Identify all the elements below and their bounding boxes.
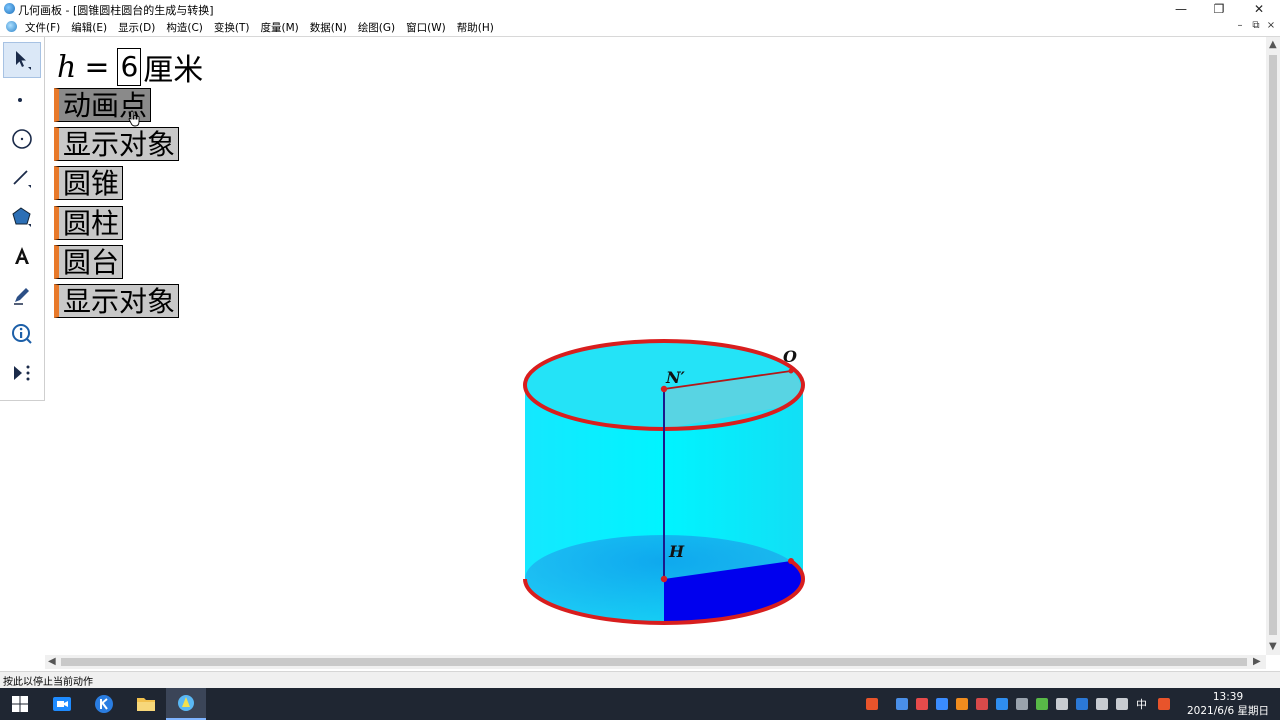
frustum-button[interactable]: 圆台 [54,245,124,279]
arrow-select-icon [16,51,31,70]
vertical-scroll-thumb[interactable] [1269,55,1277,635]
parameter-unit: 厘米 [143,53,204,88]
polygon-icon [12,207,31,227]
point-base-edge[interactable] [788,558,794,564]
point-tool[interactable] [3,82,41,118]
tray-app-icon-5[interactable] [996,698,1008,710]
point-o[interactable] [788,368,794,374]
taskbar-app-sketchpad[interactable] [166,688,206,720]
horizontal-scrollbar[interactable]: ◀ ▶ [45,655,1266,669]
label-h: H [668,542,685,561]
cone-button[interactable]: 圆锥 [54,166,124,200]
text-icon [15,247,29,264]
tray-battery-icon[interactable] [1056,698,1068,710]
toolbox [0,37,45,401]
menu-bar: 文件(F) 编辑(E) 显示(D) 构造(C) 变换(T) 度量(M) 数据(N… [0,18,1280,37]
custom-tools-icon [14,365,30,381]
doc-close-button[interactable]: × [1263,20,1279,31]
show-objects-button-2[interactable]: 显示对象 [54,284,180,318]
menu-display[interactable]: 显示(D) [118,20,155,35]
show-objects-button-1[interactable]: 显示对象 [54,127,180,161]
polygon-tool[interactable] [3,199,41,235]
menu-measure[interactable]: 度量(M) [260,20,298,35]
menu-graph[interactable]: 绘图(G) [358,20,395,35]
point-h[interactable] [660,575,668,583]
tray-app-icon-4[interactable] [976,698,988,710]
custom-tool[interactable] [3,355,41,391]
folder-icon [137,698,155,711]
menu-construct[interactable]: 构造(C) [166,20,203,35]
parameter-variable: h [57,49,77,85]
information-icon [12,324,32,344]
marker-pen-icon [14,288,29,305]
tray-sogou-icon-2[interactable] [1158,698,1170,710]
menu-list: 文件(F) 编辑(E) 显示(D) 构造(C) 变换(T) 度量(M) 数据(N… [25,20,505,35]
title-bar: 几何画板 - [圆锥圆柱圆台的生成与转换] — ❐ ✕ [0,0,1280,18]
app-icon [4,3,15,14]
tray-sogou-icon[interactable] [866,698,878,710]
tray-shield-icon[interactable] [936,698,948,710]
straightedge-tool[interactable] [3,160,41,196]
geometry-sketchpad-icon [178,695,194,711]
height-parameter[interactable]: h = 6 厘米 [57,45,203,89]
horizontal-scroll-thumb[interactable] [61,658,1247,666]
taskbar-clock[interactable]: 13:39 2021/6/6 星期日 [1186,690,1270,718]
parameter-value[interactable]: 6 [117,48,142,86]
menu-transform[interactable]: 变换(T) [214,20,250,35]
tray-app-icon-6[interactable] [1016,698,1028,710]
windows-logo-icon [12,696,28,712]
cylinder-button[interactable]: 圆柱 [54,206,124,240]
status-text: 按此以停止当前动作 [3,677,93,688]
sketch-canvas[interactable]: h = 6 厘米 动画点 显示对象 圆锥 圆柱 圆台 显示对象 N′ O H [45,37,1266,655]
arrow-tool[interactable] [3,42,41,78]
parameter-equals: = [84,49,110,85]
clock-date: 2021/6/6 星期日 [1187,705,1269,717]
tray-volume-icon[interactable] [1116,698,1128,710]
window-title: 几何画板 - [圆锥圆柱圆台的生成与转换] [18,4,214,17]
vertical-scrollbar[interactable]: ▲ ▼ [1266,37,1280,655]
video-app-icon [53,697,71,711]
scroll-down-icon[interactable]: ▼ [1269,641,1277,652]
text-tool[interactable] [3,238,41,274]
scroll-right-icon[interactable]: ▶ [1253,656,1261,667]
information-tool[interactable] [3,316,41,352]
taskbar: 中 13:39 2021/6/6 星期日 [0,688,1280,720]
taskbar-app-video[interactable] [42,688,82,720]
label-n-prime: N′ [665,368,686,387]
maximize-button[interactable]: ❐ [1200,0,1238,18]
label-o: O [783,347,797,366]
tray-app-icon-7[interactable] [1076,698,1088,710]
straightedge-icon [13,170,31,188]
menu-file[interactable]: 文件(F) [25,20,60,35]
tray-nvidia-icon[interactable] [1036,698,1048,710]
tray-app-icon-2[interactable] [916,698,928,710]
menu-window[interactable]: 窗口(W) [406,20,446,35]
cylinder-figure[interactable]: N′ O H [515,337,815,637]
menu-data[interactable]: 数据(N) [310,20,347,35]
doc-minimize-button[interactable]: – [1232,20,1248,31]
k-app-icon [95,695,113,713]
start-button[interactable] [0,688,40,720]
doc-restore-button[interactable]: ⧉ [1248,20,1264,31]
tray-app-icon-3[interactable] [956,698,968,710]
compass-tool[interactable] [3,121,41,157]
menu-edit[interactable]: 编辑(E) [71,20,107,35]
tray-app-icon-1[interactable] [896,698,908,710]
scroll-left-icon[interactable]: ◀ [48,656,56,667]
point-icon [18,98,22,102]
taskbar-app-k[interactable] [84,688,124,720]
minimize-button[interactable]: — [1162,0,1200,18]
ime-indicator[interactable]: 中 [1136,696,1147,712]
hand-cursor-icon [128,110,140,127]
taskbar-app-explorer[interactable] [126,688,166,720]
close-button[interactable]: ✕ [1240,0,1278,18]
document-icon[interactable] [6,21,17,32]
compass-icon [12,129,32,149]
tray-network-icon[interactable] [1096,698,1108,710]
scroll-up-icon[interactable]: ▲ [1269,39,1277,50]
marker-tool[interactable] [3,277,41,313]
menu-help[interactable]: 帮助(H) [457,20,494,35]
status-bar: 按此以停止当前动作 [0,671,1280,688]
clock-time: 13:39 [1212,691,1244,703]
